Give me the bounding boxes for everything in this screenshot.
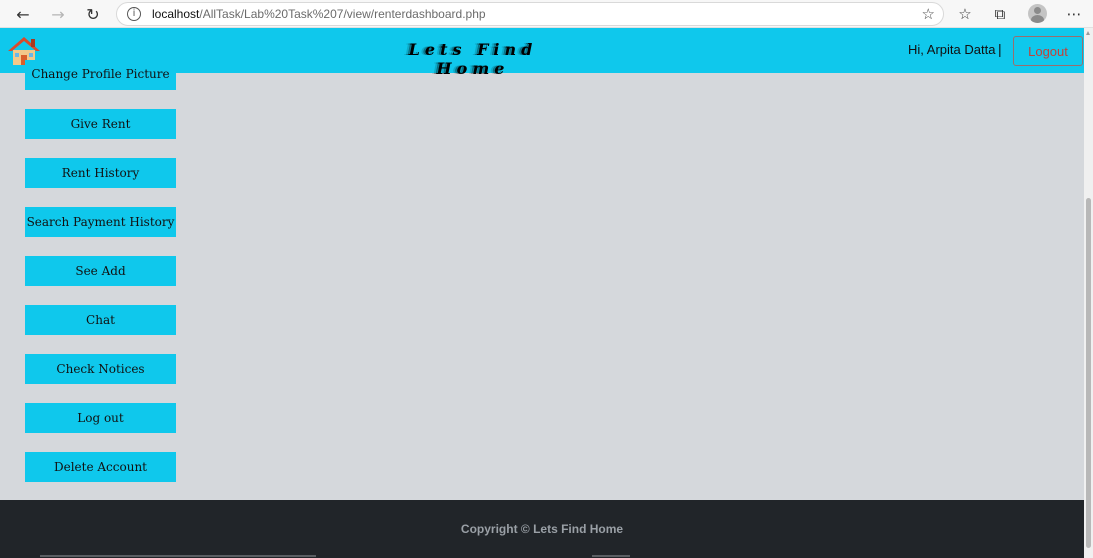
favorite-star-icon[interactable]: ☆ xyxy=(922,5,935,23)
collections-icon[interactable]: ⧉ xyxy=(990,4,1010,24)
more-menu-icon[interactable]: ⋯ xyxy=(1064,4,1084,24)
delete-account-button[interactable]: Delete Account xyxy=(25,452,176,482)
give-rent-button[interactable]: Give Rent xyxy=(25,109,176,139)
url-host: localhost xyxy=(152,7,200,21)
see-add-button[interactable]: See Add xyxy=(25,256,176,286)
scroll-up-arrow-icon[interactable] xyxy=(1086,31,1090,35)
change-profile-picture-button[interactable]: Change Profile Picture xyxy=(25,60,176,90)
info-icon[interactable]: i xyxy=(127,7,141,21)
footer-divider xyxy=(592,555,630,557)
copyright-text: Copyright © Lets Find Home xyxy=(460,522,624,536)
log-out-button[interactable]: Log out xyxy=(25,403,176,433)
search-payment-history-button[interactable]: Search Payment History xyxy=(25,207,176,237)
url-path: /AllTask/Lab%20Task%207/view/renterdashb… xyxy=(199,7,486,21)
logout-button[interactable]: Logout xyxy=(1013,36,1083,66)
scrollbar-thumb[interactable] xyxy=(1086,198,1091,548)
page: Lets Find Home Hi, Arpita Datta | Logout… xyxy=(0,28,1093,558)
page-scrollbar[interactable] xyxy=(1084,28,1093,558)
chat-button[interactable]: Chat xyxy=(25,305,176,335)
site-footer: Copyright © Lets Find Home xyxy=(0,500,1084,558)
back-arrow-icon[interactable]: ← xyxy=(13,4,33,24)
reload-icon[interactable]: ↻ xyxy=(83,4,103,24)
header-separator: | xyxy=(998,41,1002,57)
favorites-icon[interactable]: ☆ xyxy=(955,4,975,24)
footer-divider xyxy=(40,555,316,557)
profile-avatar[interactable] xyxy=(1028,4,1047,23)
main-content-area xyxy=(200,73,1084,500)
browser-toolbar: ← → ↻ i localhost/AllTask/Lab%20Task%207… xyxy=(0,0,1093,28)
address-bar[interactable]: i localhost/AllTask/Lab%20Task%207/view/… xyxy=(116,2,944,26)
rent-history-button[interactable]: Rent History xyxy=(25,158,176,188)
sidebar-menu: Change Profile Picture Give Rent Rent Hi… xyxy=(0,60,200,500)
user-greeting: Hi, Arpita Datta xyxy=(908,42,996,57)
check-notices-button[interactable]: Check Notices xyxy=(25,354,176,384)
url-text: localhost/AllTask/Lab%20Task%207/view/re… xyxy=(152,7,486,21)
forward-arrow-icon[interactable]: → xyxy=(48,4,68,24)
